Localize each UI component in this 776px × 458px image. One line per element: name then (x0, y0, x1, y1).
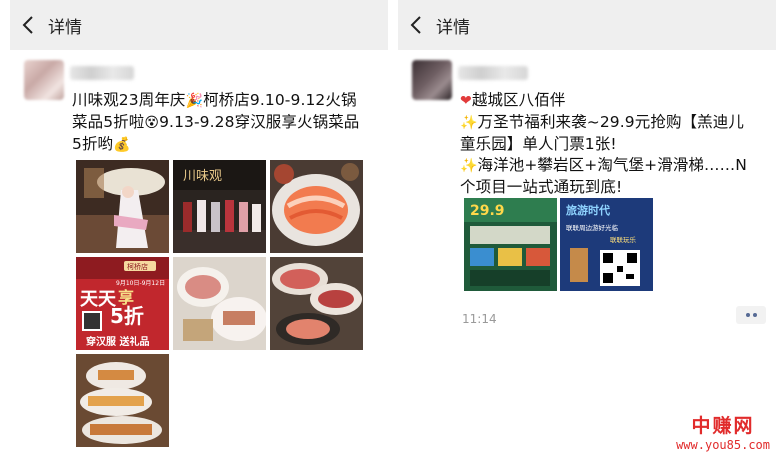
photo-meat-platter[interactable] (270, 257, 363, 350)
post-line: 万圣节福利来袭~29.9元抢购【羔迪儿 (477, 113, 744, 131)
photo-seafood-platter[interactable] (270, 160, 363, 253)
photo-travel-qr-poster[interactable]: 旅游时代 联联周边游好光临 联联玩乐 (560, 198, 653, 291)
page-title: 详情 (48, 17, 82, 38)
photo-hanfu-girl[interactable] (76, 160, 169, 253)
poster-footer: 穿汉服 送礼品 (86, 335, 149, 348)
watermark-logo: 中赚网 (691, 415, 755, 437)
post-line: 柯桥店9.10-9.12火锅 (203, 91, 357, 109)
photo-restaurant-group[interactable]: 川味观 (173, 160, 266, 253)
poster2-code: 联联玩乐 (610, 235, 637, 244)
photo-fried-dishes[interactable] (76, 354, 169, 447)
avatar[interactable] (24, 60, 64, 100)
money-bag-icon: 💰 (113, 137, 131, 153)
post-line: 5折哟 (72, 135, 114, 153)
post-text: ❤越城区八佰伴 ✨万圣节福利来袭~29.9元抢购【羔迪儿 童乐园】单人门票1张!… (460, 90, 765, 198)
post-line: 9.13-9.28穿汉服享火锅菜品 (159, 113, 360, 131)
poster-discount: 5折 (110, 304, 144, 328)
chevron-left-icon (22, 16, 33, 34)
post-line: 童乐园】单人门票1张! (460, 135, 617, 153)
page-title: 详情 (436, 17, 470, 38)
poster2-title: 旅游时代 (566, 203, 610, 217)
chevron-left-icon (410, 16, 421, 34)
watermark: 中赚网 www.you85.com (676, 411, 770, 452)
post-title: 越城区八佰伴 (471, 91, 566, 109)
poster-badge: 柯桥店 (127, 262, 148, 271)
post-line: 菜品5折啦 (72, 113, 145, 131)
store-sign-text: 川味观 (183, 169, 222, 184)
post-timestamp: 11:14 (462, 312, 497, 326)
user-name-blurred[interactable] (70, 66, 134, 80)
poster-price: 29.9 (470, 203, 505, 219)
post-line: 个项目一站式通玩到底! (460, 178, 623, 196)
heart-icon: ❤ (460, 93, 472, 109)
nav-bar: 详情 (10, 0, 388, 50)
dot-icon (745, 313, 750, 317)
back-button[interactable] (398, 15, 434, 35)
dot-icon (752, 313, 757, 317)
avatar[interactable] (412, 60, 452, 100)
nav-bar: 详情 (398, 0, 776, 50)
photo-food-plates[interactable] (173, 257, 266, 350)
poster-dates: 9月10日-9月12日 (116, 280, 165, 287)
photo-promo-poster[interactable]: 柯桥店 9月10日-9月12日 天天 享 5折 穿汉服 送礼品 (76, 257, 169, 350)
sparkles-icon: ✨ (460, 158, 478, 174)
sparkles-icon: ✨ (460, 115, 478, 131)
post-line: 川味观23周年庆 (72, 91, 186, 109)
dizzy-face-icon: 😵 (144, 115, 160, 131)
party-popper-icon: 🎉 (185, 93, 204, 109)
back-button[interactable] (10, 15, 46, 35)
watermark-url: www.you85.com (676, 438, 770, 452)
poster2-sub: 联联周边游好光临 (566, 223, 619, 232)
user-name-blurred[interactable] (458, 66, 528, 80)
right-moments-detail: 详情 ❤越城区八佰伴 ✨万圣节福利来袭~29.9元抢购【羔迪儿 童乐园】单人门票… (398, 0, 776, 330)
post-line: 海洋池+攀岩区+淘气堡+滑滑梯……N (477, 156, 747, 174)
photo-playground-poster[interactable]: 29.9 (464, 198, 557, 291)
post-text: 川味观23周年庆🎉柯桥店9.10-9.12火锅 菜品5折啦😵9.13-9.28穿… (72, 90, 372, 156)
more-actions-button[interactable] (736, 306, 766, 324)
left-moments-detail: 详情 川味观23周年庆🎉柯桥店9.10-9.12火锅 菜品5折啦😵9.13-9.… (10, 0, 388, 458)
